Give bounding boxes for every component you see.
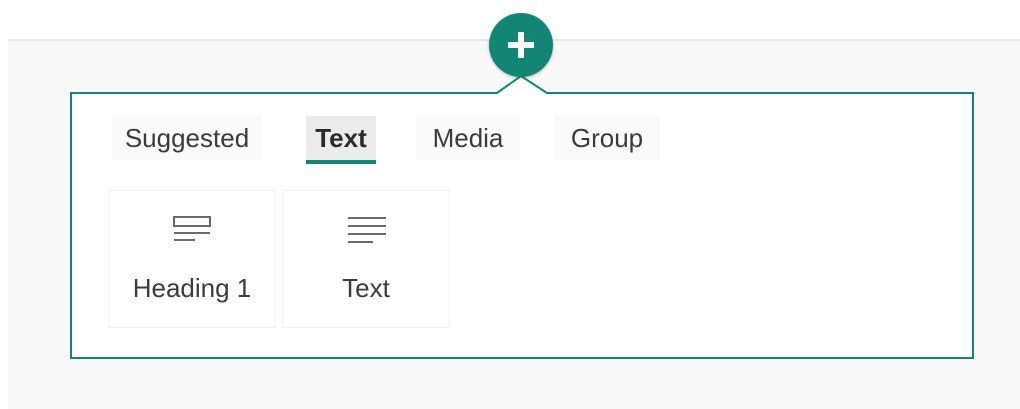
tab-label: Text [315, 122, 367, 153]
toolbox-item-heading-1[interactable]: Heading 1 [108, 190, 276, 328]
tab-label: Suggested [124, 122, 250, 153]
active-tab-indicator [306, 160, 376, 164]
heading-icon [173, 216, 211, 241]
tab-suggested[interactable]: Suggested [112, 116, 262, 160]
add-web-part-button[interactable] [489, 13, 553, 77]
text-lines-icon [348, 217, 386, 243]
toolbox-item-label: Heading 1 [132, 273, 252, 303]
web-part-toolbox: Suggested Text Media Group Heading 1 Tex… [70, 92, 974, 359]
plus-icon [508, 32, 534, 58]
page-canvas: Suggested Text Media Group Heading 1 Tex… [0, 0, 1020, 409]
toolbox-item-label: Text [342, 273, 390, 303]
tab-media[interactable]: Media [416, 116, 520, 160]
tab-label: Media [432, 122, 504, 153]
toolbox-item-text[interactable]: Text [282, 190, 450, 328]
tab-text[interactable]: Text [306, 116, 376, 164]
tab-label: Group [570, 122, 644, 153]
tab-group[interactable]: Group [554, 116, 660, 160]
toolbox-pointer [497, 75, 547, 94]
